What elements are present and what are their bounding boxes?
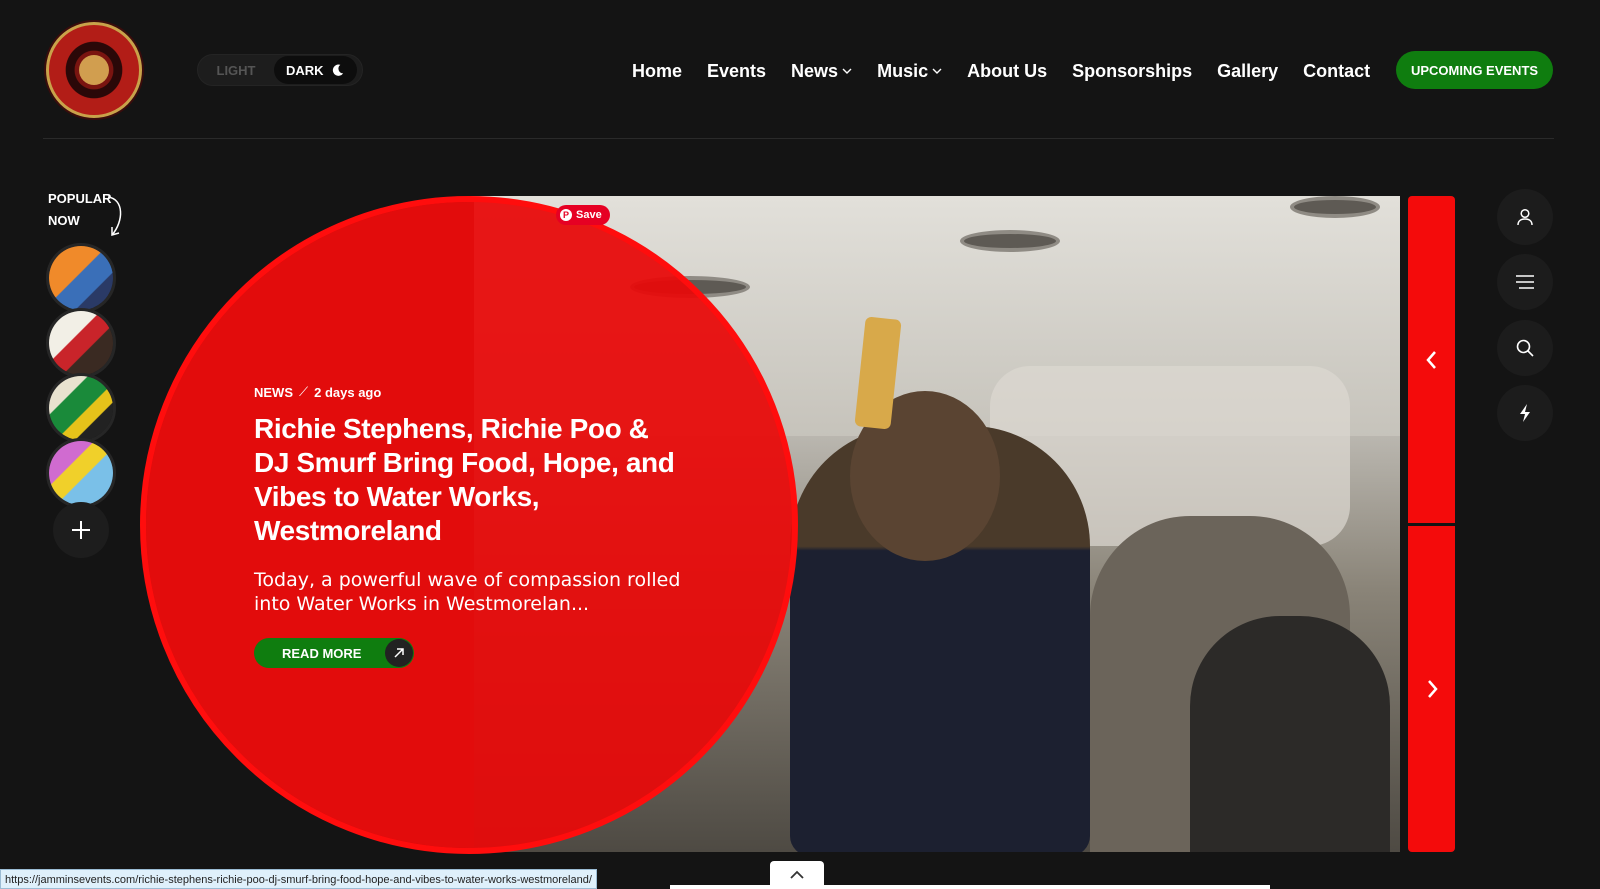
pinterest-save-button[interactable]: P Save	[556, 205, 610, 225]
menu-icon	[1516, 275, 1534, 289]
hero-content: NEWS ⟋ 2 days ago Richie Stephens, Richi…	[254, 384, 684, 668]
hero-person	[1190, 616, 1390, 852]
nav-about-us[interactable]: About Us	[967, 61, 1047, 82]
arrow-up-right-icon	[385, 639, 414, 667]
nav-about-label: About Us	[967, 60, 1048, 81]
nav-music-label: Music	[877, 60, 929, 81]
menu-button[interactable]	[1497, 254, 1553, 310]
upcoming-events-button[interactable]: UPCOMING EVENTS	[1396, 51, 1553, 89]
popular-label-line2: NOW	[48, 213, 80, 228]
slider-prev-button[interactable]	[1408, 196, 1455, 523]
trending-button[interactable]	[1497, 385, 1553, 441]
chevron-down-icon	[842, 68, 852, 74]
save-label: Save	[576, 209, 602, 221]
nav-contact-label: Contact	[1303, 60, 1371, 81]
nav-home[interactable]: Home	[632, 61, 682, 82]
nav-events[interactable]: Events	[707, 61, 766, 82]
nav-music[interactable]: Music	[877, 61, 942, 82]
site-logo[interactable]	[46, 22, 142, 118]
hero-vent	[960, 230, 1060, 252]
moon-icon	[332, 64, 343, 76]
popular-thumb-4[interactable]	[46, 438, 116, 508]
read-more-label: READ MORE	[282, 645, 362, 661]
lightning-icon	[1520, 404, 1530, 422]
nav-gallery[interactable]: Gallery	[1217, 61, 1278, 82]
account-button[interactable]	[1497, 189, 1553, 245]
hero-time: 2 days ago	[314, 384, 382, 400]
hero-meta: NEWS ⟋ 2 days ago	[254, 384, 684, 400]
nav-gallery-label: Gallery	[1217, 60, 1279, 81]
slider-next-button[interactable]	[1408, 526, 1455, 852]
add-more-button[interactable]	[53, 502, 109, 558]
status-bar-url: https://jamminsevents.com/richie-stephen…	[0, 869, 597, 889]
mode-toggle[interactable]: LIGHT DARK	[197, 54, 363, 86]
light-mode-option[interactable]: LIGHT	[198, 63, 274, 78]
search-icon	[1516, 339, 1534, 357]
hero-title[interactable]: Richie Stephens, Richie Poo & DJ Smurf B…	[254, 412, 684, 548]
search-button[interactable]	[1497, 320, 1553, 376]
chevron-right-icon	[1427, 680, 1438, 698]
nav-sponsorships[interactable]: Sponsorships	[1072, 61, 1192, 82]
dark-mode-option[interactable]: DARK	[274, 56, 357, 84]
pinterest-icon: P	[560, 209, 572, 221]
curved-arrow-icon	[107, 196, 122, 236]
popular-thumb-2[interactable]	[46, 308, 116, 378]
nav-news-label: News	[791, 60, 839, 81]
main-nav: Home Events News Music About Us Sponsors…	[632, 58, 1395, 84]
read-more-button[interactable]: READ MORE	[254, 638, 415, 668]
chevron-left-icon	[1425, 350, 1436, 369]
dark-mode-label: DARK	[286, 62, 324, 78]
popular-thumb-3[interactable]	[46, 373, 116, 443]
page: LIGHT DARK Home Events News Music About …	[0, 0, 1600, 889]
nav-sponsorships-label: Sponsorships	[1072, 60, 1193, 81]
popular-now-label: POPULAR NOW	[48, 188, 112, 232]
meta-separator: ⟋	[299, 384, 309, 399]
hero-category[interactable]: NEWS	[254, 385, 293, 400]
chevron-down-icon	[932, 68, 942, 74]
hero-vent	[1290, 196, 1380, 218]
nav-home-label: Home	[632, 60, 683, 81]
popular-thumb-1[interactable]	[46, 243, 116, 313]
header-divider	[43, 138, 1554, 139]
nav-news[interactable]: News	[791, 61, 852, 82]
user-icon	[1517, 208, 1533, 226]
nav-events-label: Events	[707, 60, 767, 81]
plus-icon	[72, 521, 90, 539]
chevron-up-icon	[790, 870, 804, 879]
bottom-bar	[670, 885, 1270, 889]
nav-contact[interactable]: Contact	[1303, 61, 1370, 82]
popular-label-line1: POPULAR	[48, 191, 112, 206]
hero-excerpt: Today, a powerful wave of compassion rol…	[254, 569, 681, 615]
